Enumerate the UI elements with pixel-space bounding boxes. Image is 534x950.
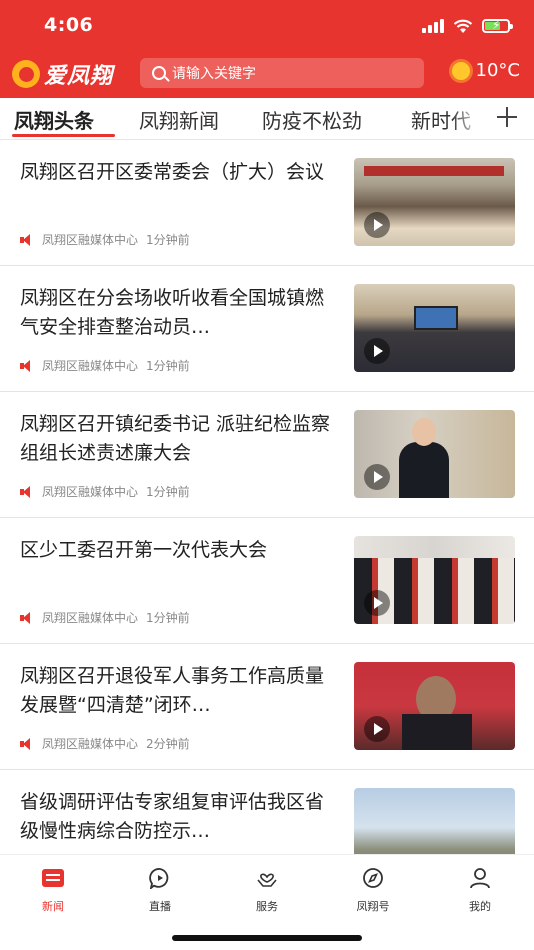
tab-epidemic-prevention[interactable]: 防疫不松劲 xyxy=(262,105,362,134)
news-title: 区少工委召开第一次代表大会 xyxy=(20,539,268,561)
status-bar: 4:06 ⚡ xyxy=(0,0,534,50)
nav-label: 凤翔号 xyxy=(356,900,390,913)
service-icon xyxy=(257,873,277,887)
news-meta: 凤翔区融媒体中心 2分钟前 xyxy=(20,735,190,752)
news-meta: 凤翔区融媒体中心 1分钟前 xyxy=(20,483,190,500)
app-name: 爱凤翔 xyxy=(44,64,114,89)
news-title: 凤翔区在分会场收听收看全国城镇燃气安全排查整治动员… xyxy=(20,287,325,338)
speaker-icon xyxy=(20,233,34,246)
news-source: 凤翔区融媒体中心 xyxy=(42,233,139,247)
news-title: 凤翔区召开区委常委会（扩大）会议 xyxy=(20,161,325,183)
news-thumbnail xyxy=(354,284,515,372)
news-title: 省级调研评估专家组复审评估我区省级慢性病综合防控示… xyxy=(20,791,325,842)
news-time: 1分钟前 xyxy=(146,611,190,625)
news-item[interactable]: 区少工委召开第一次代表大会 凤翔区融媒体中心 1分钟前 xyxy=(0,518,534,644)
weather-temperature: 10°C xyxy=(475,60,520,81)
news-thumbnail xyxy=(354,410,515,498)
search-icon xyxy=(152,66,166,80)
news-source: 凤翔区融媒体中心 xyxy=(42,611,139,625)
nav-label: 新闻 xyxy=(42,900,64,913)
news-thumbnail xyxy=(354,536,515,624)
nav-service[interactable]: 服务 xyxy=(227,867,307,914)
nav-live[interactable]: 直播 xyxy=(120,867,200,914)
news-time: 1分钟前 xyxy=(146,485,190,499)
channel-tabs: 凤翔头条 凤翔新闻 防疫不松劲 新时代 xyxy=(0,98,534,140)
app-logo: 爱凤翔 xyxy=(12,58,113,90)
news-source: 凤翔区融媒体中心 xyxy=(42,737,139,751)
nav-news[interactable]: 新闻 xyxy=(13,867,93,914)
nav-label: 我的 xyxy=(469,900,491,913)
news-item[interactable]: 凤翔区召开镇纪委书记 派驻纪检监察组组长述责述廉大会 凤翔区融媒体中心 1分钟前 xyxy=(0,392,534,518)
news-item[interactable]: 凤翔区在分会场收听收看全国城镇燃气安全排查整治动员… 凤翔区融媒体中心 1分钟前 xyxy=(0,266,534,392)
active-tab-indicator xyxy=(12,134,115,137)
live-icon xyxy=(149,868,169,891)
add-channel-button[interactable] xyxy=(488,100,528,136)
news-title: 凤翔区召开镇纪委书记 派驻纪检监察组组长述责述廉大会 xyxy=(20,413,331,464)
speaker-icon xyxy=(20,611,34,624)
sun-icon xyxy=(451,61,470,80)
play-icon xyxy=(364,338,390,364)
speaker-icon xyxy=(20,485,34,498)
signal-icon xyxy=(422,19,444,33)
wifi-icon xyxy=(453,19,473,33)
news-list: 凤翔区召开区委常委会（扩大）会议 凤翔区融媒体中心 1分钟前 凤翔区在分会场收听… xyxy=(0,140,534,854)
news-thumbnail xyxy=(354,158,515,246)
nav-label: 服务 xyxy=(256,900,278,913)
news-item[interactable]: 凤翔区召开区委常委会（扩大）会议 凤翔区融媒体中心 1分钟前 xyxy=(0,140,534,266)
play-icon xyxy=(364,590,390,616)
news-item[interactable]: 凤翔区召开退役军人事务工作高质量发展暨“四清楚”闭环… 凤翔区融媒体中心 2分钟… xyxy=(0,644,534,770)
search-input[interactable]: 请输入关键字 xyxy=(140,58,424,88)
nav-me[interactable]: 我的 xyxy=(440,867,520,914)
weather-widget[interactable]: 10°C xyxy=(451,60,520,81)
news-meta: 凤翔区融媒体中心 1分钟前 xyxy=(20,357,190,374)
tab-fengxiang-news[interactable]: 凤翔新闻 xyxy=(139,105,219,134)
status-time: 4:06 xyxy=(44,14,94,36)
play-icon xyxy=(364,464,390,490)
compass-icon xyxy=(363,868,383,888)
speaker-icon xyxy=(20,359,34,372)
play-icon xyxy=(364,716,390,742)
news-thumbnail xyxy=(354,662,515,750)
news-source: 凤翔区融媒体中心 xyxy=(42,359,139,373)
news-thumbnail xyxy=(354,788,515,854)
play-icon xyxy=(364,212,390,238)
news-time: 1分钟前 xyxy=(146,359,190,373)
news-title: 凤翔区召开退役军人事务工作高质量发展暨“四清楚”闭环… xyxy=(20,665,325,716)
news-time: 2分钟前 xyxy=(146,737,190,751)
app-bar: 爱凤翔 请输入关键字 10°C xyxy=(0,52,534,96)
status-icons: ⚡ xyxy=(422,17,513,35)
news-time: 1分钟前 xyxy=(146,233,190,247)
tab-overflow-fade xyxy=(452,98,482,138)
speaker-icon xyxy=(20,737,34,750)
news-source: 凤翔区融媒体中心 xyxy=(42,485,139,499)
user-icon xyxy=(470,868,490,889)
search-placeholder: 请输入关键字 xyxy=(172,66,256,82)
news-item[interactable]: 省级调研评估专家组复审评估我区省级慢性病综合防控示… xyxy=(0,770,534,854)
nav-fengxiang-account[interactable]: 凤翔号 xyxy=(333,867,413,914)
nav-label: 直播 xyxy=(149,900,171,913)
news-meta: 凤翔区融媒体中心 1分钟前 xyxy=(20,609,190,626)
logo-mark-icon xyxy=(12,60,40,88)
battery-icon: ⚡ xyxy=(482,18,513,33)
home-indicator[interactable] xyxy=(172,935,362,941)
news-icon xyxy=(42,869,64,887)
tab-fengxiang-headlines[interactable]: 凤翔头条 xyxy=(14,105,94,134)
app-header: 4:06 ⚡ 爱凤翔 请输入关键字 10°C xyxy=(0,0,534,98)
news-meta: 凤翔区融媒体中心 1分钟前 xyxy=(20,231,190,248)
